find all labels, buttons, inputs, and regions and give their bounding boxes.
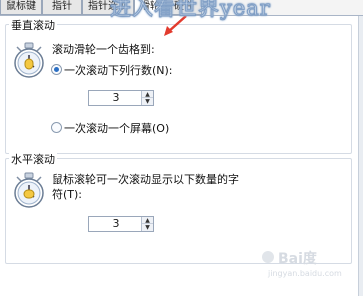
spin-down-arrow-icon[interactable]: ▼ xyxy=(142,98,153,105)
stepper-buttons: ▲ ▼ xyxy=(141,217,153,231)
svg-text:Bai度: Bai度 xyxy=(278,250,318,267)
radio-scroll-screen-label: 一次滚动一个屏幕(O) xyxy=(64,122,170,135)
chars-per-tilt-value[interactable]: 3 xyxy=(89,217,143,231)
radio-scroll-screen[interactable] xyxy=(51,122,62,133)
watermark-logo: 进入看世界year xyxy=(110,0,340,28)
vertical-instruction: 滚动滑轮一个齿格到: xyxy=(52,43,155,56)
window-right-edge xyxy=(358,16,363,296)
lines-per-notch-stepper[interactable]: 3 ▲ ▼ xyxy=(88,90,154,106)
tab-buttons[interactable]: 鼠标键 xyxy=(0,0,42,15)
horizontal-scroll-title: 水平滚动 xyxy=(9,151,57,167)
mouse-wheel-vertical-icon xyxy=(14,42,44,78)
mouse-properties-window: 鼠标键 指针 指针选项 滑轮 硬件 垂直滚动 滚动滑轮一个齿格到: 一次滚动下列… xyxy=(0,0,363,296)
spin-up-arrow-icon[interactable]: ▲ xyxy=(142,217,153,224)
baidu-watermark-logo: Bai度 jingyan.baidu.com xyxy=(262,250,342,278)
radio-scroll-lines[interactable] xyxy=(51,64,62,75)
chars-per-tilt-stepper[interactable]: 3 ▲ ▼ xyxy=(88,216,154,232)
vertical-scroll-title: 垂直滚动 xyxy=(9,17,57,33)
svg-text:jingyan.baidu.com: jingyan.baidu.com xyxy=(267,269,342,278)
lines-per-notch-value[interactable]: 3 xyxy=(89,91,143,105)
tab-pointers[interactable]: 指针 xyxy=(42,0,82,15)
svg-text:进入看世界year: 进入看世界year xyxy=(110,0,271,20)
stepper-buttons: ▲ ▼ xyxy=(141,91,153,105)
radio-scroll-lines-label: 一次滚动下列行数(N): xyxy=(64,64,173,77)
horizontal-instruction-line2: 符(T): xyxy=(52,188,83,201)
baidu-watermark: Bai度 jingyan.baidu.com xyxy=(258,248,358,280)
watermark-logo-svg: 进入看世界year xyxy=(110,0,271,20)
spin-up-arrow-icon[interactable]: ▲ xyxy=(142,91,153,98)
mouse-wheel-horizontal-icon xyxy=(14,172,44,208)
spin-down-arrow-icon[interactable]: ▼ xyxy=(142,224,153,231)
horizontal-instruction-line1: 鼠标滚轮可一次滚动显示以下数量的字 xyxy=(52,173,239,186)
